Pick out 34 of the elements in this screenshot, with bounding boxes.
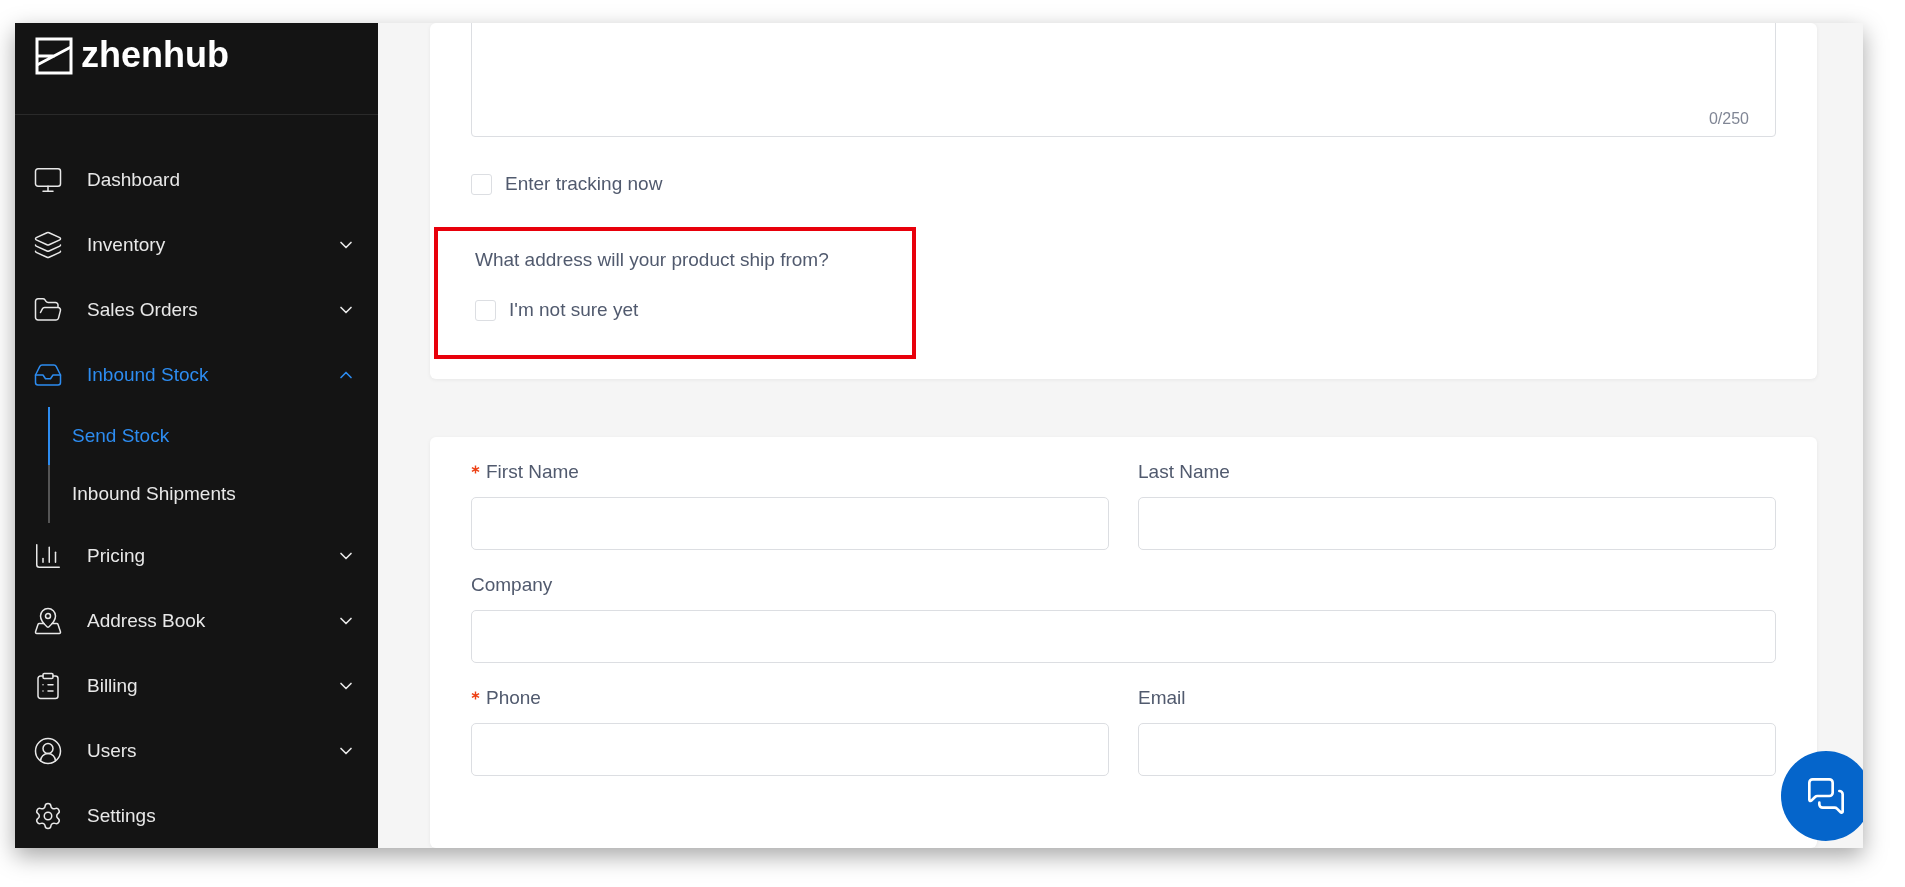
menu-icon xyxy=(33,605,63,636)
sidebar-item[interactable]: Sales Orders xyxy=(15,277,378,342)
notes-textarea[interactable]: 0/250 xyxy=(471,23,1776,137)
field-label: Phone xyxy=(471,687,1109,709)
input-field[interactable] xyxy=(1138,497,1776,550)
logo-icon xyxy=(35,37,73,75)
menu-icon xyxy=(33,229,63,260)
menu-icon xyxy=(33,735,63,766)
sidebar-item[interactable]: Address Book xyxy=(15,588,378,653)
input-field[interactable] xyxy=(471,497,1109,550)
field-label: Email xyxy=(1138,687,1187,709)
input-field[interactable] xyxy=(1138,723,1776,776)
field-label: Last Name xyxy=(1138,461,1231,483)
field-label: First Name xyxy=(471,461,1109,483)
sidebar-item[interactable]: Billing xyxy=(15,653,378,718)
checkbox[interactable]: Enter tracking now xyxy=(471,173,1776,195)
required-icon xyxy=(471,691,480,700)
sidebar-item[interactable]: Dashboard xyxy=(15,147,378,212)
required-icon xyxy=(471,465,480,474)
field-label: Company xyxy=(471,574,554,596)
logo-text: zhenhub xyxy=(81,37,229,73)
sidebar-item[interactable]: Settings xyxy=(15,783,378,848)
sidebar-item[interactable]: Pricing xyxy=(15,523,378,588)
submenu-item[interactable]: Inbound Shipments xyxy=(48,465,378,523)
menu-icon xyxy=(33,800,63,831)
sidebar-item[interactable]: Users xyxy=(15,718,378,783)
input-field[interactable] xyxy=(471,610,1776,663)
character-counter: 0/250 xyxy=(1708,110,1749,128)
checkbox[interactable]: I'm not sure yet xyxy=(475,299,912,321)
address-question: What address will your product ship from? xyxy=(475,249,830,271)
sidebar-item[interactable]: Inventory xyxy=(15,212,378,277)
sidebar-item[interactable]: Inbound Stock xyxy=(15,342,378,407)
chat-icon xyxy=(1806,776,1846,816)
input-field[interactable] xyxy=(471,723,1109,776)
